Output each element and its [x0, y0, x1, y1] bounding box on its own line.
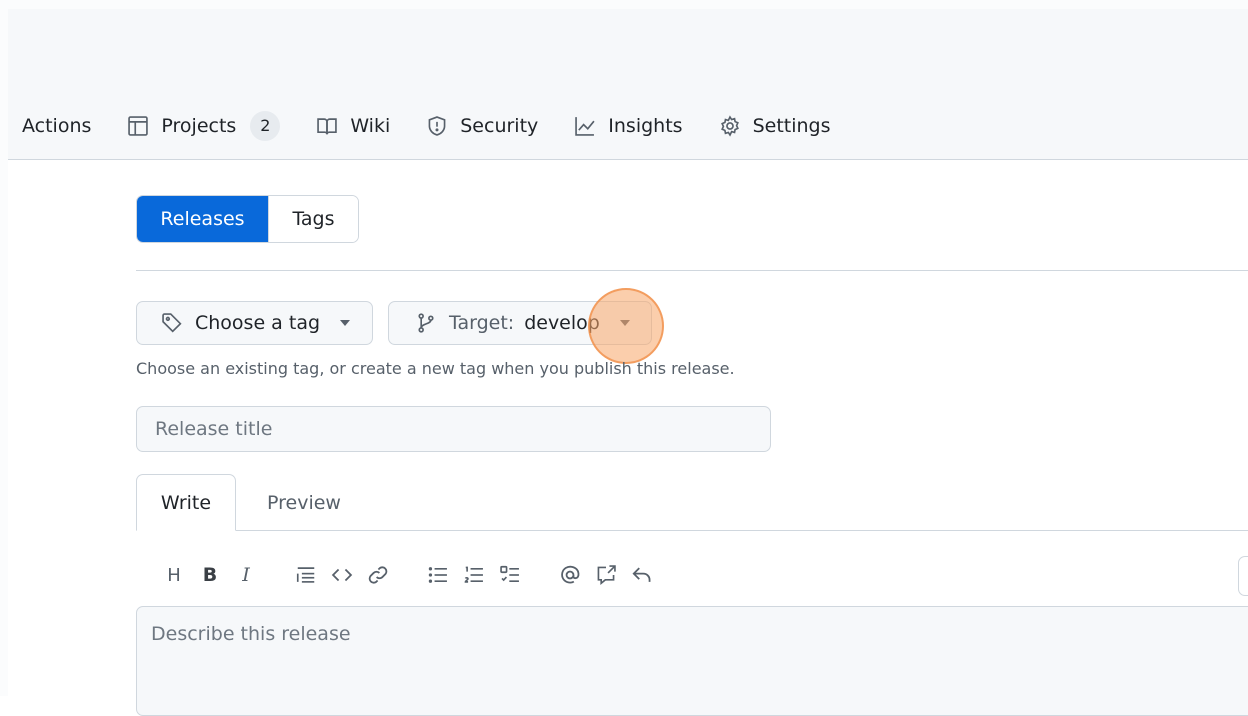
choose-tag-dropdown[interactable]: Choose a tag	[136, 301, 373, 345]
tag-icon	[162, 313, 182, 333]
section-divider	[136, 270, 1248, 271]
markdown-toolbar: H B I	[160, 560, 664, 590]
bold-button[interactable]: B	[196, 561, 224, 589]
tags-tab[interactable]: Tags	[268, 196, 358, 242]
chevron-down-icon	[340, 320, 351, 326]
nav-security-label: Security	[460, 115, 539, 137]
reply-button[interactable]	[628, 561, 656, 589]
nav-projects[interactable]: Projects 2	[127, 111, 281, 141]
cross-reference-button[interactable]	[592, 561, 620, 589]
link-icon	[368, 566, 388, 584]
ordered-list-button[interactable]	[460, 561, 488, 589]
release-description-textarea[interactable]	[136, 606, 1248, 716]
graph-icon	[575, 117, 595, 136]
reply-icon	[632, 567, 651, 582]
click-indicator	[588, 288, 664, 364]
quote-icon	[296, 567, 315, 583]
tasklist-icon	[500, 565, 519, 583]
gear-icon	[720, 115, 739, 137]
nav-security[interactable]: Security	[426, 115, 538, 137]
quote-button[interactable]	[292, 561, 320, 589]
tab-write[interactable]: Write	[136, 474, 236, 531]
shield-icon	[428, 116, 446, 136]
mention-icon	[561, 565, 580, 584]
unordered-list-button[interactable]	[424, 561, 452, 589]
nav-wiki-label: Wiki	[350, 115, 391, 137]
nav-wiki[interactable]: Wiki	[316, 115, 390, 137]
nav-projects-label: Projects	[161, 115, 237, 137]
toolbar-overflow-button[interactable]	[1238, 556, 1248, 596]
repo-nav: Actions Projects 2 Wiki Security Insight…	[22, 104, 867, 148]
nav-insights[interactable]: Insights	[574, 115, 683, 137]
italic-button[interactable]: I	[232, 561, 260, 589]
code-button[interactable]	[328, 561, 356, 589]
nav-settings[interactable]: Settings	[719, 115, 831, 137]
nav-actions[interactable]: Actions	[22, 115, 91, 137]
link-button[interactable]	[364, 561, 392, 589]
tab-preview[interactable]: Preview	[254, 474, 354, 531]
git-branch-icon	[418, 313, 434, 333]
nav-insights-label: Insights	[608, 115, 683, 137]
unordered-list-icon	[428, 567, 447, 583]
target-prefix: Target:	[449, 312, 515, 334]
table-icon	[128, 116, 149, 136]
heading-button[interactable]: H	[160, 561, 188, 589]
book-icon	[317, 118, 338, 135]
releases-tab[interactable]: Releases	[137, 196, 268, 242]
tag-hint: Choose an existing tag, or create a new …	[136, 359, 735, 378]
nav-actions-label: Actions	[22, 115, 92, 137]
release-title-input[interactable]	[136, 406, 771, 452]
projects-counter: 2	[250, 111, 281, 141]
window-edge	[0, 0, 8, 696]
tasklist-button[interactable]	[496, 561, 524, 589]
ordered-list-icon	[464, 566, 483, 583]
code-icon	[331, 568, 353, 582]
choose-tag-label: Choose a tag	[195, 312, 321, 334]
cross-reference-icon	[597, 565, 616, 586]
browser-edge	[0, 0, 1248, 9]
mention-button[interactable]	[556, 561, 584, 589]
nav-settings-label: Settings	[752, 115, 831, 137]
releases-tags-switch: Releases Tags	[136, 195, 359, 243]
